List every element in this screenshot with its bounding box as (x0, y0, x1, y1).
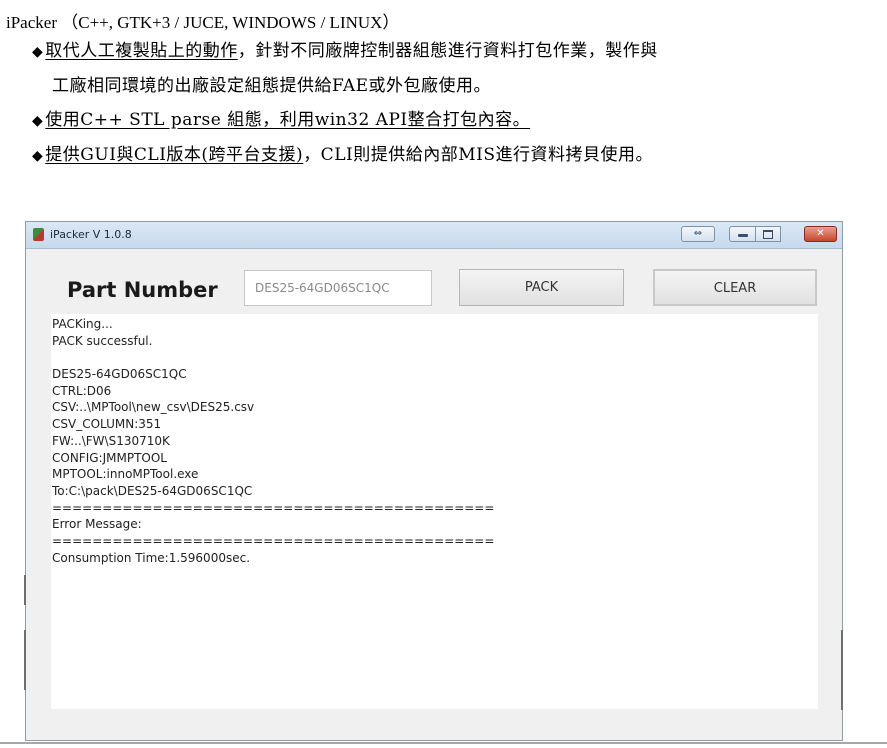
log-output[interactable]: PACKing... PACK successful. DES25-64GD06SC… (51, 314, 818, 709)
minimize-icon (737, 234, 748, 237)
maximize-icon (763, 230, 773, 239)
part-number-label: Part Number (67, 278, 218, 302)
close-button[interactable]: ✕ (804, 226, 837, 242)
page-bottom-rule (0, 742, 887, 744)
bullet-underlined-text: 取代人工複製貼上的動作 (45, 41, 238, 61)
bullet-underlined-text: 提供GUI與CLI版本(跨平台支援) (45, 145, 304, 165)
log-line: CTRL:D06 (52, 383, 112, 398)
app-icon (33, 228, 44, 241)
bullet-item: ◆ 提供GUI與CLI版本(跨平台支援)，CLI則提供給內部MIS進行資料拷貝使用… (32, 144, 882, 167)
log-line: ========================================… (52, 500, 495, 515)
log-line: CSV:..\MPTool\new_csv\DES25.csv (52, 400, 255, 415)
log-line: Consumption Time:1.596000sec. (52, 550, 251, 565)
page-edge-mark (841, 630, 843, 710)
bullet-item: ◆ 使用C++ STL parse 組態，利用win32 API整合打包內容。 (32, 109, 882, 132)
log-line: CSV_COLUMN:351 (52, 417, 162, 432)
bullet-text: ，針對不同廠牌控制器組態進行資料打包作業，製作與 (237, 41, 658, 61)
ipacker-window: iPacker V 1.0.8 ⇔ ✕ Part Number DES25-64… (25, 221, 843, 741)
diamond-bullet-icon: ◆ (32, 148, 44, 164)
log-line: CONFIG:JMMPTOOL (52, 450, 167, 465)
bullet-item: ◆ 取代人工複製貼上的動作，針對不同廠牌控制器組態進行資料打包作業，製作與 (32, 40, 882, 63)
pack-button[interactable]: PACK (459, 269, 624, 306)
log-line: ========================================… (52, 533, 495, 548)
page-edge-mark (24, 575, 26, 605)
log-line: DES25-64GD06SC1QC (52, 367, 187, 382)
log-line: FW:..\FW\S130710K (52, 433, 170, 448)
bullet-text: 工廠相同環境的出廠設定組態提供給FAE或外包廠使用。 (52, 76, 492, 96)
clear-button[interactable]: CLEAR (653, 269, 817, 306)
restore-button[interactable]: ⇔ (681, 226, 715, 242)
log-line: PACKing... (52, 317, 113, 331)
log-line: MPTOOL:innoMPTool.exe (52, 467, 199, 482)
log-line: Error Message: (52, 517, 142, 532)
page-edge-mark (24, 630, 26, 690)
bullet-item-continuation: 工廠相同環境的出廠設定組態提供給FAE或外包廠使用。 (32, 75, 882, 97)
maximize-button[interactable] (755, 226, 781, 242)
diamond-bullet-icon: ◆ (32, 113, 44, 129)
window-title: iPacker V 1.0.8 (50, 228, 132, 241)
window-titlebar[interactable]: iPacker V 1.0.8 ⇔ ✕ (26, 222, 842, 249)
diamond-bullet-icon: ◆ (32, 44, 44, 60)
minimize-button[interactable] (729, 226, 756, 242)
bullet-text: ，CLI則提供給內部MIS進行資料拷貝使用。 (303, 145, 653, 165)
part-number-input[interactable]: DES25-64GD06SC1QC (244, 270, 432, 306)
document-title: iPacker （C++, GTK+3 / JUCE, WINDOWS / LI… (6, 13, 400, 32)
feature-list: ◆ 取代人工複製貼上的動作，針對不同廠牌控制器組態進行資料打包作業，製作與 工廠相… (32, 40, 882, 165)
log-line: To:C:\pack\DES25-64GD06SC1QC (52, 483, 253, 498)
bullet-underlined-text: 使用C++ STL parse 組態，利用win32 API整合打包內容。 (45, 110, 531, 130)
log-line: PACK successful. (52, 333, 153, 348)
